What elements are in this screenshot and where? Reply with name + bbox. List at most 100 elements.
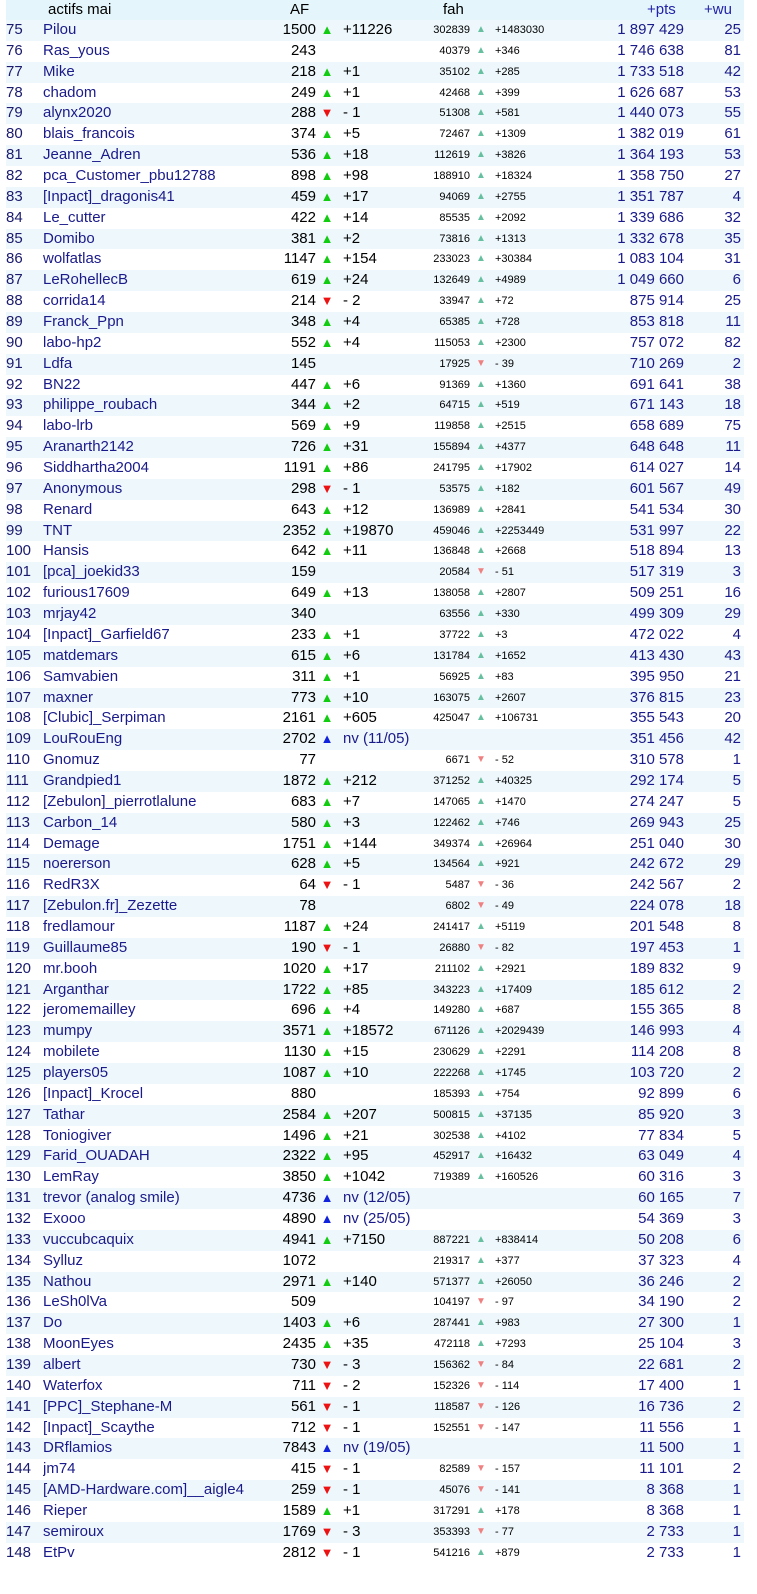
small-arrow-down-icon: ▼	[476, 1484, 486, 1496]
row-name-link[interactable]: [PPC]_Stephane-M	[43, 1397, 268, 1418]
row-name-link[interactable]: Sylluz	[43, 1251, 268, 1272]
row-wu: 42	[724, 62, 741, 80]
row-name-link[interactable]: trevor (analog smile)	[43, 1188, 268, 1209]
row-name-link[interactable]: chadom	[43, 83, 268, 104]
table-row: 127 Tathar 2584 ▲ +207 500815 ▲ +37135 85 920 3	[6, 1104, 744, 1126]
row-name-link[interactable]: LouRouEng	[43, 729, 268, 750]
row-name-link[interactable]: Nathou	[43, 1272, 268, 1293]
row-name-link[interactable]: Renard	[43, 500, 268, 521]
row-rank: 146	[6, 1502, 32, 1520]
row-name-link[interactable]: Guillaume85	[43, 938, 268, 959]
row-name-link[interactable]: MoonEyes	[43, 1334, 268, 1355]
row-name-link[interactable]: corrida14	[43, 291, 268, 312]
row-name-link[interactable]: furious17609	[43, 583, 268, 604]
row-fah-delta: +18324	[495, 170, 533, 183]
row-rank: 133	[6, 1230, 32, 1248]
row-rank: 95	[6, 438, 23, 456]
row-name-link[interactable]: Aranarth2142	[43, 437, 268, 458]
row-name-link[interactable]: [Inpact]_Krocel	[43, 1084, 268, 1105]
row-af-value: 348	[290, 313, 316, 331]
row-name-link[interactable]: Exooo	[43, 1209, 268, 1230]
row-name-link[interactable]: Do	[43, 1313, 268, 1334]
row-rank: 145	[6, 1481, 32, 1499]
row-name-link[interactable]: Demage	[43, 834, 268, 855]
row-name-link[interactable]: philippe_roubach	[43, 395, 268, 416]
row-af-value: 726	[290, 438, 316, 456]
row-name-link[interactable]: blais_francois	[43, 124, 268, 145]
row-name-link[interactable]: Toniogiver	[43, 1126, 268, 1147]
row-points: 2 733	[646, 1522, 684, 1540]
row-name-link[interactable]: Hansis	[43, 541, 268, 562]
row-name-link[interactable]: matdemars	[43, 646, 268, 667]
row-name-link[interactable]: noererson	[43, 854, 268, 875]
row-name-link[interactable]: TNT	[43, 521, 268, 542]
row-name-link[interactable]: mobilete	[43, 1042, 268, 1063]
arrow-down-icon: ▼	[320, 105, 334, 121]
row-name-link[interactable]: RedR3X	[43, 875, 268, 896]
row-name-link[interactable]: Ras_yous	[43, 41, 268, 62]
table-row: 119 Guillaume85 190 ▼ - 1 26880 ▼ - 82 197 453 1	[6, 937, 744, 959]
row-name-link[interactable]: [Zebulon.fr]_Zezette	[43, 896, 268, 917]
row-name-link[interactable]: Tathar	[43, 1105, 268, 1126]
small-arrow-up-icon: ▲	[476, 1129, 486, 1141]
row-name-link[interactable]: Pilou	[43, 20, 268, 41]
row-wu: 3	[732, 1105, 741, 1123]
row-name-link[interactable]: pca_Customer_pbu12788	[43, 166, 268, 187]
row-name-link[interactable]: mr.booh	[43, 959, 268, 980]
row-name-link[interactable]: [Inpact]_dragonis41	[43, 187, 268, 208]
row-name-link[interactable]: Jeanne_Adren	[43, 145, 268, 166]
row-name-link[interactable]: mrjay42	[43, 604, 268, 625]
row-name-link[interactable]: [AMD-Hardware.com]__aigle4	[43, 1480, 268, 1501]
row-name-link[interactable]: LeRohellecB	[43, 270, 268, 291]
row-name-link[interactable]: Carbon_14	[43, 813, 268, 834]
row-name-link[interactable]: DRflamios	[43, 1438, 268, 1459]
row-name-link[interactable]: players05	[43, 1063, 268, 1084]
row-wu: 23	[724, 688, 741, 706]
row-name-link[interactable]: Rieper	[43, 1501, 268, 1522]
row-name-link[interactable]: labo-lrb	[43, 416, 268, 437]
row-name-link[interactable]: Anonymous	[43, 479, 268, 500]
row-name-link[interactable]: BN22	[43, 375, 268, 396]
row-name-link[interactable]: jm74	[43, 1459, 268, 1480]
row-name-link[interactable]: Ldfa	[43, 354, 268, 375]
row-name-link[interactable]: [pca]_joekid33	[43, 562, 268, 583]
row-name-link[interactable]: [Clubic]_Serpiman	[43, 708, 268, 729]
row-name-link[interactable]: labo-hp2	[43, 333, 268, 354]
row-wu: 82	[724, 333, 741, 351]
row-name-link[interactable]: Farid_OUADAH	[43, 1146, 268, 1167]
row-rank: 125	[6, 1063, 32, 1081]
row-name-link[interactable]: fredlamour	[43, 917, 268, 938]
row-name-link[interactable]: Grandpied1	[43, 771, 268, 792]
row-name-link[interactable]: wolfatlas	[43, 249, 268, 270]
row-name-link[interactable]: Siddhartha2004	[43, 458, 268, 479]
row-name-link[interactable]: mumpy	[43, 1021, 268, 1042]
arrow-up-icon: ▲	[320, 1106, 334, 1122]
row-name-link[interactable]: Arganthar	[43, 980, 268, 1001]
row-name-link[interactable]: LemRay	[43, 1167, 268, 1188]
row-name-link[interactable]: albert	[43, 1355, 268, 1376]
row-name-link[interactable]: Samvabien	[43, 667, 268, 688]
row-fah-delta: - 51	[495, 566, 514, 579]
row-name-link[interactable]: EtPv	[43, 1543, 268, 1564]
row-name-link[interactable]: maxner	[43, 688, 268, 709]
row-name-link[interactable]: Waterfox	[43, 1376, 268, 1397]
row-name-link[interactable]: Le_cutter	[43, 208, 268, 229]
row-name-link[interactable]: semiroux	[43, 1522, 268, 1543]
row-name-link[interactable]: vuccubcaquix	[43, 1230, 268, 1251]
row-name-link[interactable]: [Inpact]_Scaythe	[43, 1418, 268, 1439]
row-name-link[interactable]: Domibo	[43, 229, 268, 250]
row-name-link[interactable]: alynx2020	[43, 103, 268, 124]
row-af-value: 536	[290, 146, 316, 164]
arrow-up-icon: ▲	[320, 710, 334, 726]
row-name-link[interactable]: Franck_Ppn	[43, 312, 268, 333]
row-name-link[interactable]: [Inpact]_Garfield67	[43, 625, 268, 646]
row-name-link[interactable]: Mike	[43, 62, 268, 83]
row-name-link[interactable]: Gnomuz	[43, 750, 268, 771]
row-name-link[interactable]: [Zebulon]_pierrotlalune	[43, 792, 268, 813]
arrow-up-icon: ▲	[320, 1169, 334, 1185]
row-rank: 127	[6, 1105, 32, 1123]
row-fah-delta: +30384	[495, 253, 533, 266]
row-fah-value: 6802	[445, 900, 470, 913]
row-name-link[interactable]: jeromemailley	[43, 1000, 268, 1021]
row-name-link[interactable]: LeSh0lVa	[43, 1292, 268, 1313]
